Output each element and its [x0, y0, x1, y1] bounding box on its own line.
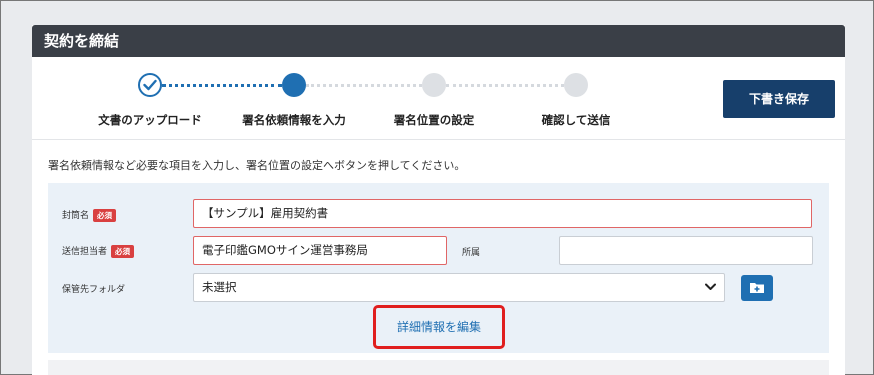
- step-1-label: 文書のアップロード: [98, 113, 202, 127]
- envelope-name-label-text: 封筒名: [62, 211, 90, 221]
- envelope-name-label: 封筒名 必須: [62, 208, 117, 222]
- chevron-down-icon: [705, 283, 716, 290]
- next-section: [48, 360, 829, 375]
- step-3-label: 署名位置の設定: [393, 113, 475, 127]
- affiliation-input[interactable]: [559, 236, 813, 265]
- envelope-name-input[interactable]: 【サンプル】雇用契約書: [193, 199, 812, 228]
- affiliation-label: 所属: [462, 248, 481, 258]
- step-connector-1: [162, 84, 282, 87]
- step-4-indicator: [564, 73, 588, 97]
- divider: [32, 139, 845, 140]
- required-badge: 必須: [111, 245, 135, 258]
- save-draft-button[interactable]: 下書き保存: [723, 80, 835, 118]
- folder-select[interactable]: 未選択: [193, 273, 725, 302]
- required-badge: 必須: [93, 209, 117, 222]
- contract-panel: 契約を締結 文書のアップロード 署名依頼情報を入力 署名位置の設定 確認して送信…: [32, 25, 845, 375]
- step-1-indicator: [138, 73, 162, 97]
- progress-stepper: 文書のアップロード 署名依頼情報を入力 署名位置の設定 確認して送信 下書き保存: [32, 57, 845, 139]
- sender-label-text: 送信担当者: [62, 247, 108, 257]
- signature-request-form: 封筒名 必須 【サンプル】雇用契約書 送信担当者 必須 電子印鑑GMOサイン運営事務…: [48, 183, 829, 353]
- step-3-indicator: [422, 73, 446, 97]
- panel-title: 契約を締結: [32, 25, 845, 57]
- step-2-label: 署名依頼情報を入力: [242, 113, 346, 127]
- step-connector-3: [446, 84, 564, 87]
- check-icon: [143, 79, 157, 91]
- step-4-label: 確認して送信: [541, 113, 611, 127]
- edit-details-link[interactable]: 詳細情報を編集: [373, 305, 505, 349]
- instruction-text: 署名依頼情報など必要な項目を入力し、署名位置の設定へボタンを押してください。: [48, 159, 466, 172]
- sender-input[interactable]: 電子印鑑GMOサイン運営事務局: [193, 236, 447, 265]
- step-connector-2: [306, 84, 422, 87]
- add-folder-button[interactable]: [741, 275, 773, 301]
- step-2-indicator: [282, 73, 306, 97]
- folder-selected-value: 未選択: [202, 280, 237, 294]
- folder-plus-icon: [750, 283, 764, 293]
- sender-label: 送信担当者 必須: [62, 244, 135, 258]
- folder-label: 保管先フォルダ: [62, 285, 126, 295]
